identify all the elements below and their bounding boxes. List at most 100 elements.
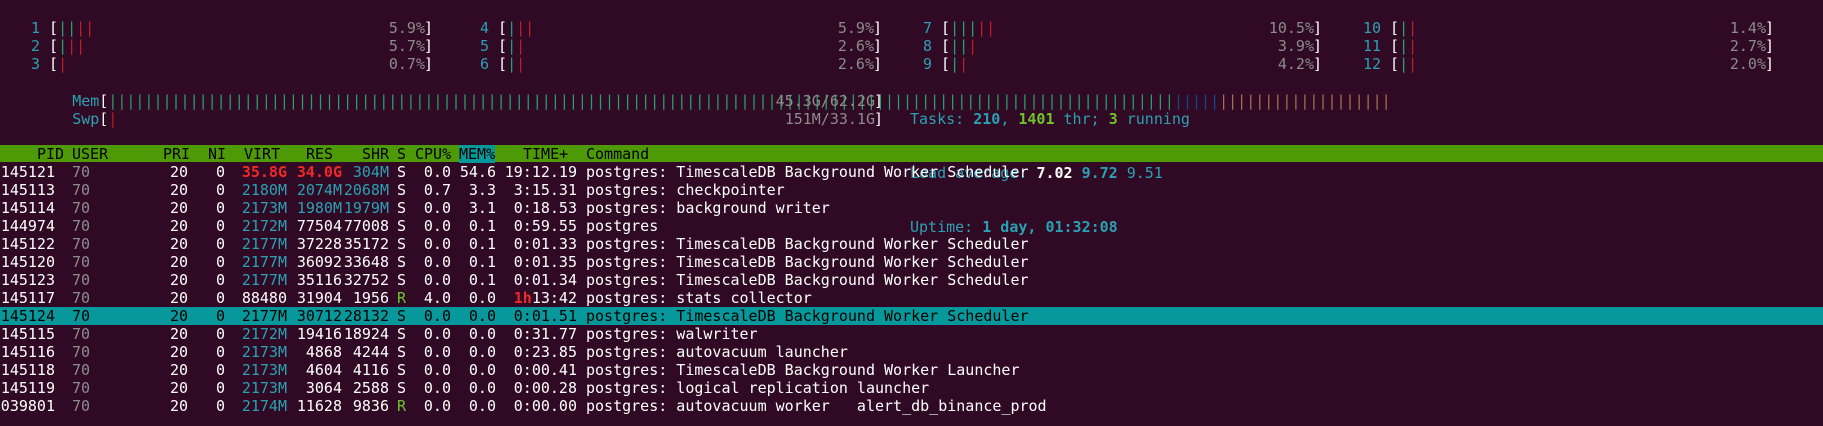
cell-time: 0:23.85 [513,343,577,361]
col-virt[interactable]: VIRT [244,145,280,163]
cell-ni: 0 [215,343,225,361]
cell-res: 34.0G [296,163,342,181]
cell-pri: 20 [169,181,188,199]
cell-pid: 145124 [0,307,55,325]
cell-s: S [397,325,407,343]
table-row[interactable]: 4039801 70 20 0 2174M 11628 9836 R 0.0 0.0 0:00.00… [0,397,1823,415]
cell-time: 0:31.77 [513,325,577,343]
cell-pid: 144974 [0,217,55,235]
cell-shr: 77008 [343,217,389,235]
cell-s: S [397,379,407,397]
cell-cpu: 0.0 [423,325,451,343]
table-row[interactable]: 145120 70 20 0 2177M 36092 33648 S 0.0 0.1 0:01.35… [0,253,1823,271]
cpu-usage-bar: | [1399,55,1409,73]
cpu-meter-7: 7 [||||| 10.5%] [910,19,1322,37]
cpu-number: 4 [479,19,489,37]
cell-mem: 0.0 [468,361,496,379]
swap-meter: Swp[| 151M/33.1G] [72,110,883,128]
cell-s: S [397,217,407,235]
cell-pid: 145113 [0,181,55,199]
cell-cpu: 0.0 [423,235,451,253]
cpu-number: 8 [922,37,932,55]
cell-mem: 0.0 [468,307,496,325]
cpu-usage-bar: || [67,37,86,55]
table-row[interactable]: 145117 70 20 0 88480 31904 1956 R 4.0 0.0 1h13:42 p… [0,289,1823,307]
table-row-selected[interactable]: 145124 70 20 0 2177M 30712 28132 S 0.0 0.0 0:01.51… [0,307,1823,325]
cell-shr: 4116 [352,361,389,379]
col-res[interactable]: RES [306,145,333,163]
process-list: 145121 70 20 0 35.8G 34.0G 304M S 0.0 54.6 19:12.1… [0,163,1823,415]
cell-user: 70 [72,271,91,289]
cell-cpu: 0.0 [423,217,451,235]
table-row[interactable]: 145116 70 20 0 2173M 4868 4244 S 0.0 0.0 0:23.85 po… [0,343,1823,361]
cell-ni: 0 [215,325,225,343]
cpu-usage-bar: | [1408,19,1418,37]
cpu-usage-bar: | [1399,37,1409,55]
col-state[interactable]: S [397,145,406,163]
process-table-header[interactable]: PID USER PRI NI VIRT RES SHR S CPU% MEM%… [0,145,1823,163]
cell-time: 3:15.31 [513,181,577,199]
cell-cmd: postgres: logical replication launcher [586,379,930,397]
cell-s: S [397,199,407,217]
table-row[interactable]: 145118 70 20 0 2173M 4604 4116 S 0.0 0.0 0:00.41 po… [0,361,1823,379]
table-row[interactable]: 145114 70 20 0 2173M 1980M 1979M S 0.0 3.1 0:18.53… [0,199,1823,217]
col-ni[interactable]: NI [208,145,226,163]
cell-shr: 2588 [352,379,389,397]
cell-time: 19:12.19 [504,163,577,181]
cpu-usage-bar: | [950,55,960,73]
cell-user: 70 [72,253,91,271]
cell-cpu: 0.0 [423,199,451,217]
cell-pri: 20 [169,199,188,217]
cell-s: S [397,163,407,181]
tasks-line: Tasks: 210, 1401 thr; 3 running [910,110,1190,128]
cell-pri: 20 [169,163,188,181]
cpu-number: 3 [30,55,40,73]
cpu-number: 1 [30,19,40,37]
cell-user: 70 [72,397,91,415]
cell-ni: 0 [215,253,225,271]
cell-user: 70 [72,181,91,199]
cpu-usage-bar: | [959,55,969,73]
cell-time: 0:00.00 [513,397,577,415]
col-cpu[interactable]: CPU% [415,145,451,163]
cell-pid: 145118 [0,361,55,379]
col-pid[interactable]: PID [37,145,64,163]
col-mem-sorted[interactable]: MEM% [459,145,496,163]
cpu-percent: 5.7% [388,37,425,55]
cpu-percent: 2.6% [837,37,874,55]
cell-user: 70 [72,343,91,361]
cell-pid: 145123 [0,271,55,289]
table-row[interactable]: 145115 70 20 0 2172M 19416 18924 S 0.0 0.0 0:31.77… [0,325,1823,343]
cpu-usage-bar: | [507,55,517,73]
col-user[interactable]: USER [72,145,108,163]
cpu-usage-bar: || [950,37,969,55]
col-shr[interactable]: SHR [362,145,389,163]
cell-res: 31904 [296,289,342,307]
cell-mem: 0.0 [468,397,496,415]
cell-shr: 4244 [352,343,389,361]
cell-pid: 145121 [0,163,55,181]
cell-pid: 145119 [0,379,55,397]
table-row[interactable]: 145121 70 20 0 35.8G 34.0G 304M S 0.0 54.6 19:12.1… [0,163,1823,181]
cell-res: 4604 [305,361,342,379]
col-pri[interactable]: PRI [163,145,190,163]
col-time[interactable]: TIME+ [523,145,568,163]
cell-cpu: 0.0 [423,397,451,415]
cpu-usage-bar: | [507,37,517,55]
running-count: 3 [1108,110,1118,128]
cell-res: 77504 [296,217,342,235]
table-row[interactable]: 145119 70 20 0 2173M 3064 2588 S 0.0 0.0 0:00.28 po… [0,379,1823,397]
table-row[interactable]: 145123 70 20 0 2177M 35116 32752 S 0.0 0.1 0:01.34… [0,271,1823,289]
cell-res: 19416 [296,325,342,343]
cell-cpu: 0.0 [423,343,451,361]
table-row[interactable]: 145122 70 20 0 2177M 37228 35172 S 0.0 0.1 0:01.33… [0,235,1823,253]
cell-res: 2074M [296,181,342,199]
cell-mem: 54.6 [459,163,496,181]
cell-ni: 0 [215,289,225,307]
cell-cpu: 0.0 [423,253,451,271]
table-row[interactable]: 144974 70 20 0 2172M 77504 77008 S 0.0 0.1 0:59.55… [0,217,1823,235]
table-row[interactable]: 145113 70 20 0 2180M 2074M 2068M S 0.7 3.3 3:15.31… [0,181,1823,199]
cell-shr: 2068M [343,181,389,199]
col-command[interactable]: Command [586,145,649,163]
cell-virt: 2173M [241,343,287,361]
